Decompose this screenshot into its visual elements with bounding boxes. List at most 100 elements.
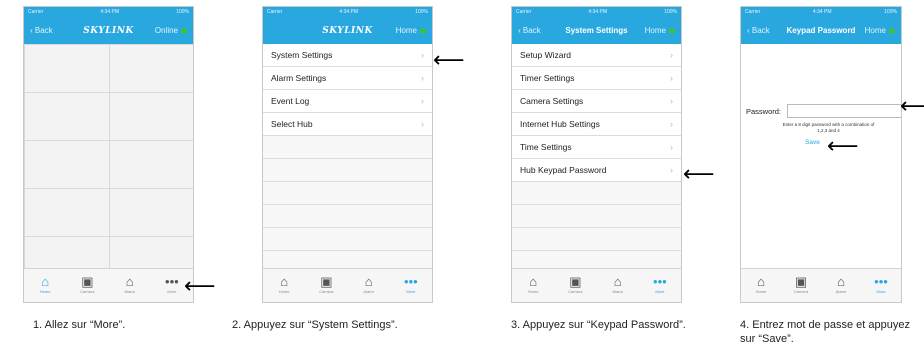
camera-icon: ▣	[320, 274, 333, 289]
home-status[interactable]: Home	[865, 26, 895, 35]
tab-camera[interactable]: ▣ Camera	[554, 269, 596, 302]
menu-item-timer-settings[interactable]: Timer Settings ›	[512, 67, 681, 90]
chevron-right-icon: ›	[421, 73, 424, 83]
nav-bar: ‹ Back SKYLINK Online	[24, 18, 193, 44]
password-input[interactable]	[787, 104, 901, 118]
tab-camera[interactable]: ▣ Camera	[305, 269, 347, 302]
step-caption-4: 4. Entrez mot de passe et appuyez sur “S…	[740, 319, 910, 345]
phone-screen-3: Carrier 4:34 PM 100% ‹ Back System Setting…	[511, 6, 682, 303]
camera-icon: ▣	[81, 274, 94, 289]
status-bar: Carrier 4:34 PM 100%	[512, 7, 681, 18]
home-icon: ⌂	[41, 274, 50, 289]
alarm-icon: ⌂	[364, 274, 373, 289]
online-dot-icon	[669, 27, 675, 34]
step-caption-2: 2. Appuyez sur “System Settings”.	[232, 319, 398, 331]
page-title: Keypad Password	[786, 26, 856, 35]
list-item	[263, 228, 432, 251]
tab-alarm[interactable]: ⌂ Alarm	[348, 269, 390, 302]
tab-bar: ⌂ Home ▣ Camera ⌂ Alarm ••• More	[512, 268, 681, 302]
nav-bar: ‹ Back Keypad Password Home	[741, 18, 901, 44]
step-caption-1: 1. Allez sur “More”.	[33, 319, 126, 331]
menu-item-time-settings[interactable]: Time Settings ›	[512, 136, 681, 159]
menu-item-hub-keypad-password[interactable]: Hub Keypad Password ›	[512, 159, 681, 182]
home-icon: ⌂	[280, 274, 289, 289]
carrier-label: Carrier	[28, 9, 44, 15]
tab-camera[interactable]: ▣ Camera	[66, 269, 108, 302]
status-bar: Carrier 4:34 PM 100%	[741, 7, 901, 18]
page-title: System Settings	[565, 26, 628, 35]
tab-more[interactable]: ••• More	[639, 269, 681, 302]
alarm-icon: ⌂	[613, 274, 622, 289]
home-status[interactable]: Home	[645, 26, 675, 35]
tab-bar: ⌂ Home ▣ Camera ⌂ Alarm ••• More	[741, 268, 901, 302]
tab-more[interactable]: ••• More	[390, 269, 432, 302]
list-item	[263, 205, 432, 228]
list-item	[512, 228, 681, 251]
camera-icon: ▣	[794, 274, 808, 289]
tab-alarm[interactable]: ⌂ Alarm	[109, 269, 151, 302]
online-status: Online	[155, 26, 187, 35]
tab-camera[interactable]: ▣ Camera	[781, 269, 821, 302]
alarm-icon: ⌂	[125, 274, 134, 289]
step-caption-3: 3. Appuyez sur “Keypad Password”.	[511, 319, 686, 331]
password-hint: Enter a 8 digit password with a combinat…	[782, 122, 875, 133]
more-icon: •••	[653, 274, 667, 289]
more-icon: •••	[404, 274, 418, 289]
chevron-right-icon: ›	[670, 50, 673, 60]
phone-screen-2: Carrier 4:34 PM 100% SKYLINK Home System S…	[262, 6, 433, 303]
online-dot-icon	[420, 27, 426, 34]
pointer-arrow-4: ⟵	[900, 94, 924, 119]
alarm-icon: ⌂	[837, 274, 845, 289]
menu-item-alarm-settings[interactable]: Alarm Settings ›	[263, 67, 432, 90]
chevron-right-icon: ›	[670, 73, 673, 83]
menu-item-internet-hub-settings[interactable]: Internet Hub Settings ›	[512, 113, 681, 136]
menu-item-camera-settings[interactable]: Camera Settings ›	[512, 90, 681, 113]
home-icon: ⌂	[529, 274, 538, 289]
password-form: Password: Enter a 8 digit password with …	[741, 44, 901, 269]
tab-alarm[interactable]: ⌂ Alarm	[597, 269, 639, 302]
camera-grid[interactable]	[24, 44, 193, 269]
password-label: Password:	[746, 107, 782, 116]
menu-item-event-log[interactable]: Event Log ›	[263, 90, 432, 113]
chevron-right-icon: ›	[670, 142, 673, 152]
more-icon: •••	[874, 274, 888, 289]
menu-item-setup-wizard[interactable]: Setup Wizard ›	[512, 44, 681, 67]
pointer-arrow-2: ⟵	[433, 48, 465, 73]
list-item	[263, 182, 432, 205]
time-label: 4:34 PM	[100, 9, 120, 15]
online-dot-icon	[181, 27, 187, 34]
pointer-arrow-3: ⟵	[683, 162, 715, 187]
tab-alarm[interactable]: ⌂ Alarm	[821, 269, 861, 302]
tab-bar: ⌂ Home ▣ Camera ⌂ Alarm ••• More	[263, 268, 432, 302]
list-item	[512, 205, 681, 228]
chevron-right-icon: ›	[670, 119, 673, 129]
tab-home[interactable]: ⌂ Home	[512, 269, 554, 302]
camera-icon: ▣	[569, 274, 582, 289]
chevron-right-icon: ›	[421, 96, 424, 106]
skylink-logo: SKYLINK	[83, 26, 134, 36]
menu-item-system-settings[interactable]: System Settings ›	[263, 44, 432, 67]
tab-home[interactable]: ⌂ Home	[24, 269, 66, 302]
save-button[interactable]: Save	[805, 139, 820, 146]
tab-bar: ⌂ Home ▣ Camera ⌂ Alarm ••• More	[24, 268, 193, 302]
list-item	[263, 159, 432, 182]
skylink-logo: SKYLINK	[322, 26, 373, 36]
online-dot-icon	[889, 27, 895, 34]
tab-home[interactable]: ⌂ Home	[263, 269, 305, 302]
chevron-right-icon: ›	[421, 119, 424, 129]
list-item	[263, 136, 432, 159]
pointer-arrow-1: ⟵	[184, 274, 216, 299]
status-bar: Carrier 4:34 PM 100%	[263, 7, 432, 18]
chevron-right-icon: ›	[421, 50, 424, 60]
phone-screen-4: Carrier 4:34 PM 100% ‹ Back Keypad Passwor…	[740, 6, 902, 303]
list-item	[512, 182, 681, 205]
tab-more[interactable]: ••• More	[861, 269, 901, 302]
nav-bar: ‹ Back System Settings Home	[512, 18, 681, 44]
status-bar: Carrier 4:34 PM 100%	[24, 7, 193, 18]
pointer-arrow-5: ⟵	[827, 134, 859, 159]
chevron-right-icon: ›	[670, 96, 673, 106]
home-status[interactable]: Home	[396, 26, 426, 35]
tab-home[interactable]: ⌂ Home	[741, 269, 781, 302]
home-icon: ⌂	[757, 274, 765, 289]
menu-item-select-hub[interactable]: Select Hub ›	[263, 113, 432, 136]
